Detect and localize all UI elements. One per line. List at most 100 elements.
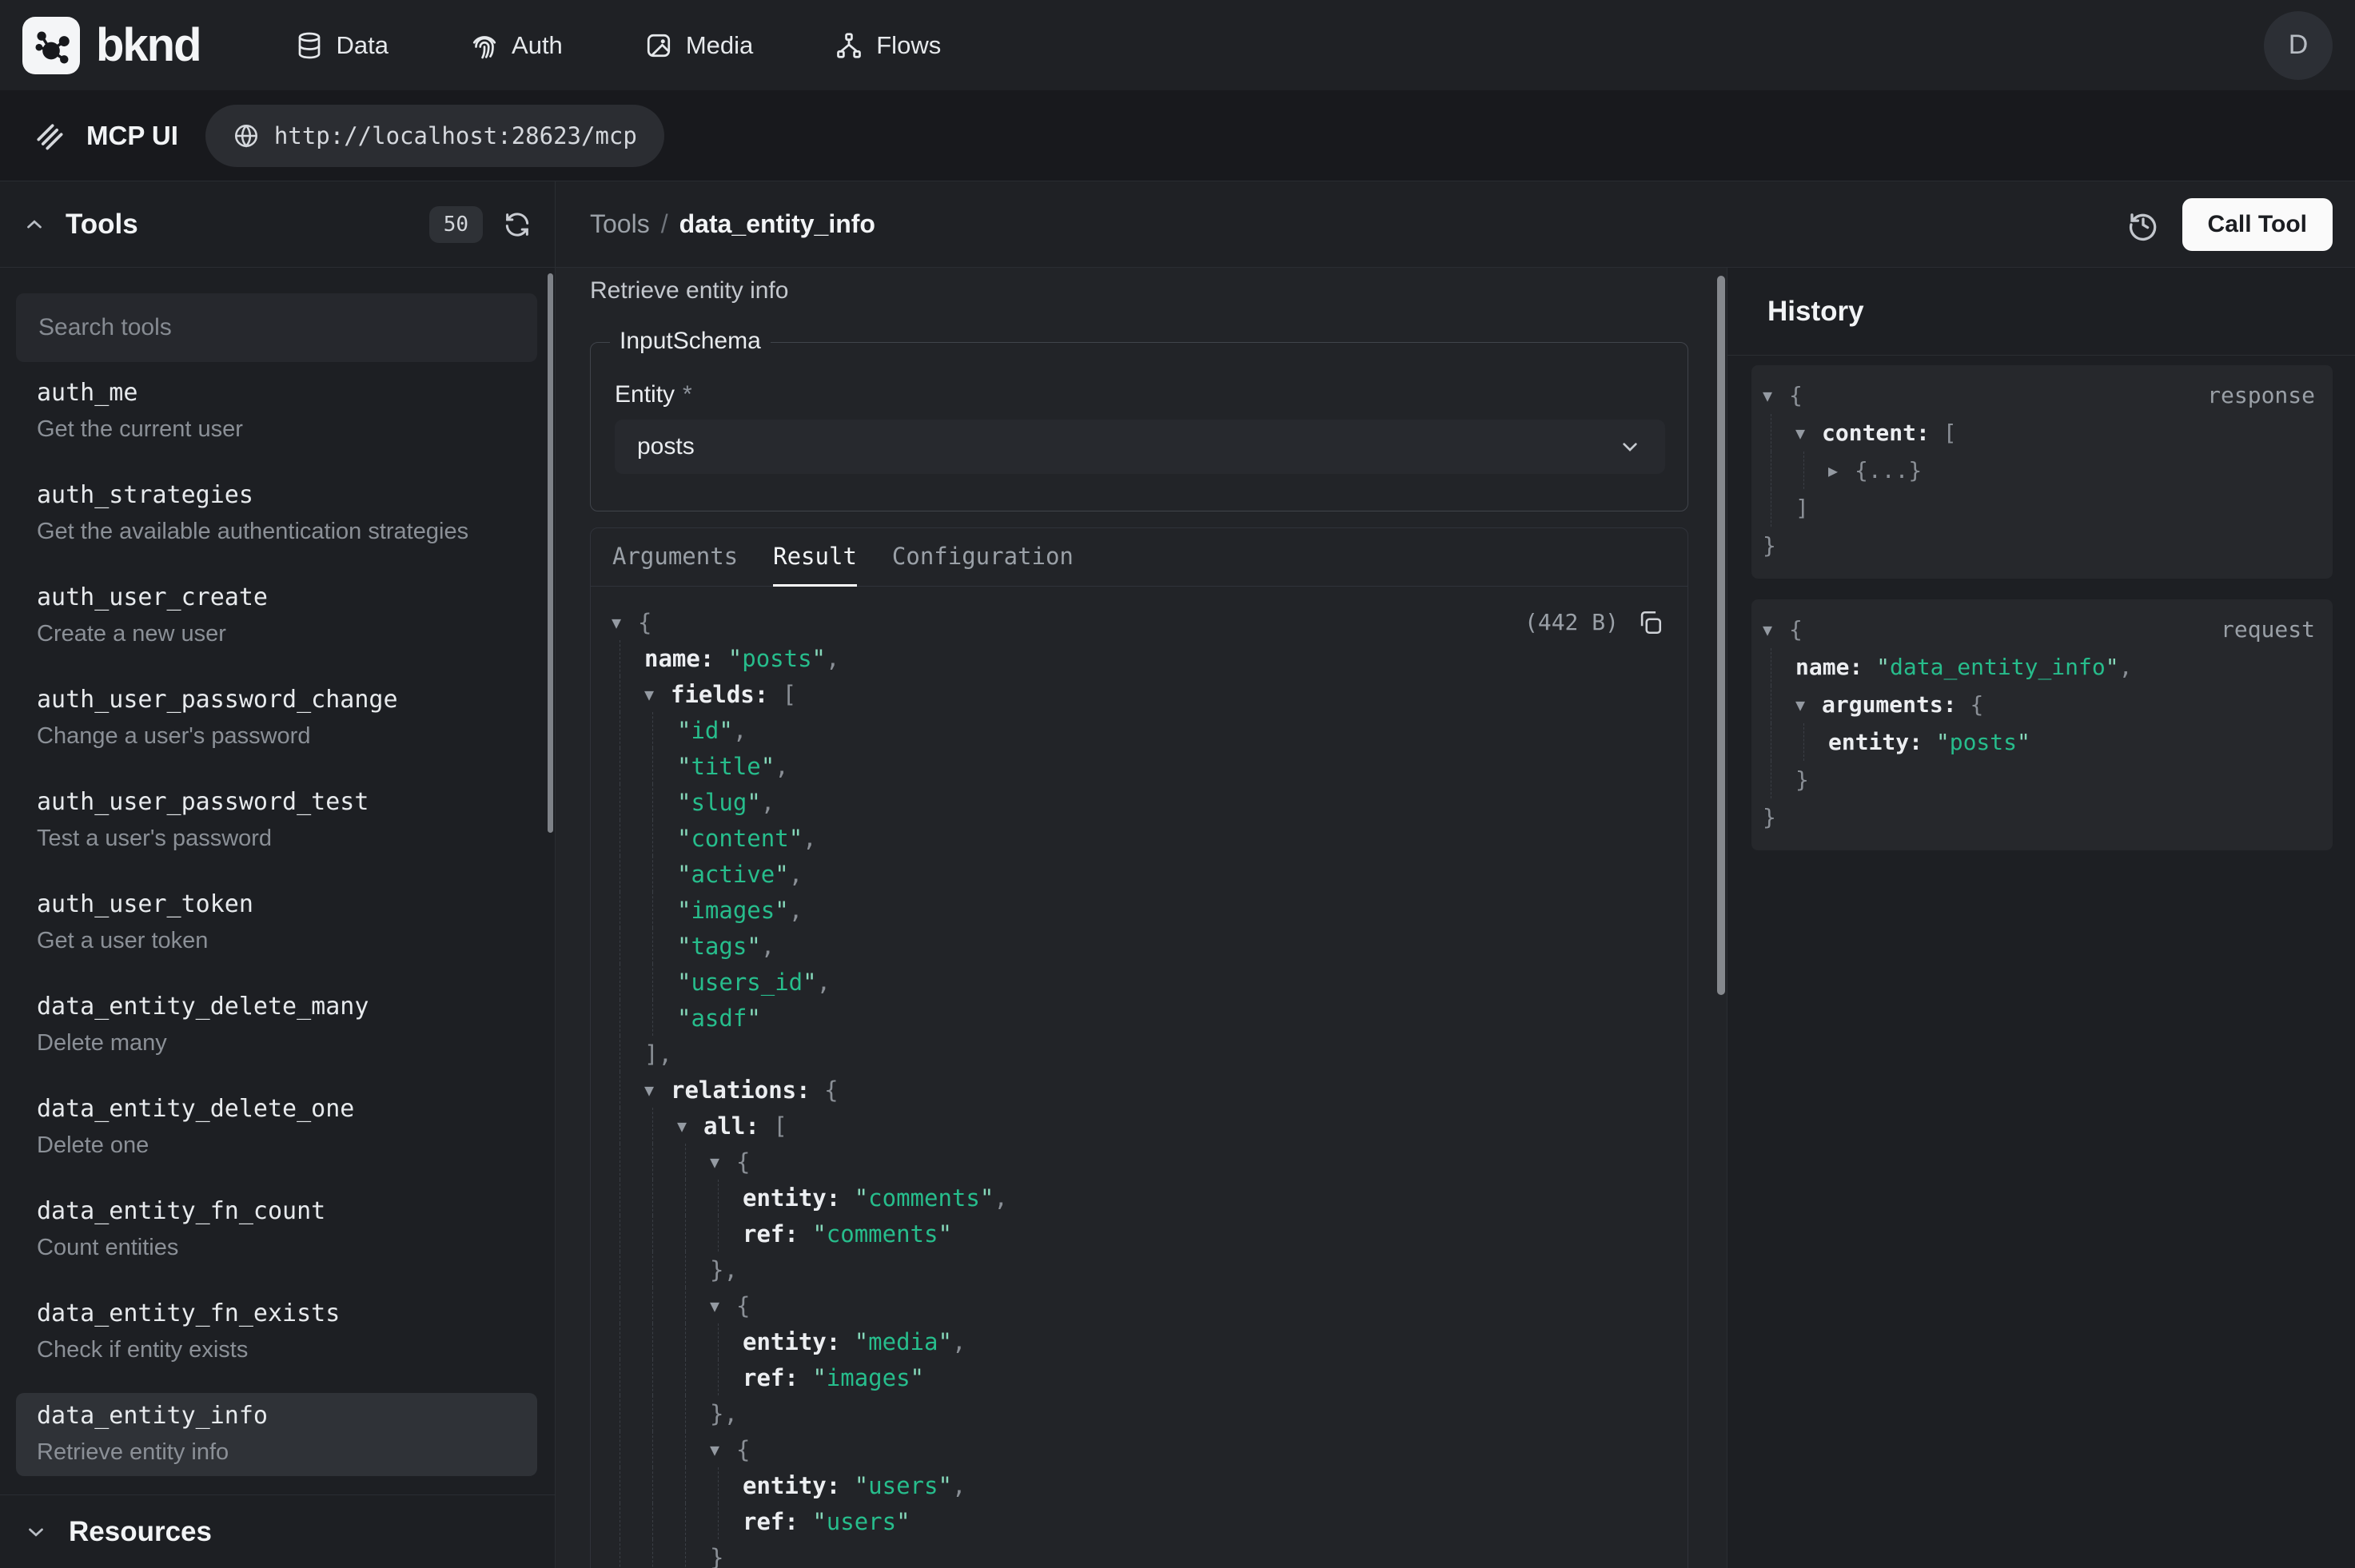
json-line: "title",	[612, 748, 1664, 784]
indent-guide	[685, 1180, 686, 1216]
json-key: entity:	[743, 1184, 855, 1212]
tool-name: data_entity_fn_exists	[37, 1300, 524, 1327]
tools-section-header[interactable]: Tools 50	[0, 181, 555, 268]
tool-list-item[interactable]: data_entity_delete_manyDelete many	[16, 984, 537, 1067]
json-key: relations:	[671, 1077, 824, 1104]
copy-icon[interactable]	[1636, 609, 1664, 636]
collapse-toggle-icon[interactable]: ▶	[1828, 461, 1855, 480]
collapse-toggle-icon[interactable]: ▼	[644, 685, 671, 704]
tool-name: auth_strategies	[37, 482, 524, 509]
json-punctuation: }	[1763, 804, 1776, 830]
mcp-logo-icon	[32, 118, 67, 153]
indent-guide	[652, 1359, 653, 1395]
collapse-toggle-icon[interactable]: ▼	[1795, 424, 1822, 443]
tool-list-item[interactable]: auth_user_createCreate a new user	[16, 575, 537, 658]
tool-list-item[interactable]: data_entity_fn_countCount entities	[16, 1188, 537, 1272]
brand-logo[interactable]: bknd	[22, 17, 201, 74]
fingerprint-icon	[470, 31, 499, 60]
nav-item-data[interactable]: Data	[295, 31, 389, 60]
content-scrollbar-thumb[interactable]	[1717, 276, 1725, 995]
json-line: ▼{request	[1763, 611, 2315, 648]
collapse-toggle-icon[interactable]: ▼	[677, 1116, 703, 1136]
search-input[interactable]	[16, 293, 537, 362]
nav-item-auth[interactable]: Auth	[470, 31, 563, 60]
json-line: }	[1763, 761, 2315, 798]
json-punctuation: {...}	[1855, 457, 1922, 484]
indent-guide	[652, 1503, 653, 1539]
tools-title: Tools	[66, 209, 138, 241]
tool-list-item[interactable]: auth_strategiesGet the available authent…	[16, 472, 537, 555]
required-mark: *	[683, 381, 692, 408]
history-entry-request[interactable]: ▼{requestname: "data_entity_info",▼argum…	[1751, 599, 2333, 850]
breadcrumb-section[interactable]: Tools	[590, 209, 650, 239]
resources-title: Resources	[69, 1516, 212, 1548]
json-line: entity: "comments",	[612, 1180, 1664, 1216]
indent-guide	[652, 1395, 653, 1431]
indent-guide	[1803, 452, 1804, 489]
json-line: },	[612, 1252, 1664, 1287]
indent-guide	[652, 712, 653, 748]
entity-select[interactable]: posts	[615, 420, 1665, 474]
tool-list-item[interactable]: data_entity_infoRetrieve entity info	[16, 1393, 537, 1476]
collapse-toggle-icon[interactable]: ▼	[1763, 620, 1789, 639]
tool-list-item[interactable]: auth_user_password_changeChange a user's…	[16, 677, 537, 760]
collapse-toggle-icon[interactable]: ▼	[710, 1296, 736, 1315]
mcp-subheader: MCP UI http://localhost:28623/mcp	[0, 90, 2355, 181]
nav-item-flows[interactable]: Flows	[835, 31, 941, 60]
tool-detail-panel: Retrieve entity info InputSchema Entity*…	[556, 268, 1727, 1568]
result-meta: (442 B)	[1524, 609, 1664, 636]
collapse-toggle-icon[interactable]: ▼	[644, 1080, 671, 1100]
history-entry-response[interactable]: ▼{response▼content: [▶{...}]}	[1751, 365, 2333, 579]
tab-arguments[interactable]: Arguments	[612, 528, 738, 587]
tool-name: data_entity_fn_count	[37, 1198, 524, 1225]
call-tool-button[interactable]: Call Tool	[2182, 198, 2333, 251]
tool-description: Retrieve entity info	[37, 1439, 524, 1465]
tab-configuration[interactable]: Configuration	[892, 528, 1074, 587]
indent-guide	[652, 1000, 653, 1036]
indent-guide	[652, 820, 653, 856]
bknd-logo-icon	[22, 17, 80, 74]
indent-guide	[652, 1144, 653, 1180]
tool-list-item[interactable]: auth_user_tokenGet a user token	[16, 882, 537, 965]
server-url-pill[interactable]: http://localhost:28623/mcp	[205, 105, 664, 167]
tool-list-item[interactable]: data_entity_fn_existsCheck if entity exi…	[16, 1291, 537, 1374]
tool-list-item[interactable]: data_entity_delete_oneDelete one	[16, 1086, 537, 1169]
json-punctuation: ]	[1795, 495, 1809, 521]
indent-guide	[652, 856, 653, 892]
collapse-toggle-icon[interactable]: ▼	[710, 1152, 736, 1172]
user-avatar[interactable]: D	[2264, 11, 2333, 80]
indent-guide	[685, 1395, 686, 1431]
indent-guide	[718, 1503, 719, 1539]
tab-result[interactable]: Result	[773, 528, 857, 587]
sidebar-scrollbar-thumb[interactable]	[548, 273, 553, 833]
json-line: ▶{...}	[1763, 452, 2315, 489]
collapse-toggle-icon[interactable]: ▼	[1763, 386, 1789, 405]
json-line: ▼{	[612, 1144, 1664, 1180]
json-string: "id"	[677, 717, 733, 744]
tool-description: Get a user token	[37, 928, 524, 953]
indent-guide	[1803, 723, 1804, 761]
header-actions: Call Tool	[2126, 198, 2333, 251]
json-line: ▼relations: {	[612, 1072, 1664, 1108]
top-nav: bknd Data	[0, 0, 2355, 90]
nav-item-media[interactable]: Media	[644, 31, 753, 60]
json-punctuation: {	[1789, 382, 1803, 408]
refresh-icon[interactable]	[502, 209, 532, 240]
history-icon[interactable]	[2126, 208, 2160, 241]
resources-section-header[interactable]: Resources	[0, 1494, 555, 1568]
collapse-toggle-icon[interactable]: ▼	[710, 1440, 736, 1459]
collapse-toggle-icon[interactable]: ▼	[612, 613, 638, 632]
indent-guide	[652, 784, 653, 820]
nav-label: Auth	[512, 31, 563, 60]
json-punctuation: ,	[994, 1184, 1007, 1212]
indent-guide	[652, 1216, 653, 1252]
tool-list-item[interactable]: auth_meGet the current user	[16, 370, 537, 453]
json-line: entity: "users",	[612, 1467, 1664, 1503]
json-punctuation: {	[638, 609, 652, 636]
tool-list-item[interactable]: auth_user_password_testTest a user's pas…	[16, 779, 537, 862]
indent-guide	[685, 1467, 686, 1503]
brand-name: bknd	[96, 18, 201, 72]
breadcrumb-separator: /	[661, 209, 668, 239]
json-line: ▼content: [	[1763, 414, 2315, 452]
collapse-toggle-icon[interactable]: ▼	[1795, 695, 1822, 714]
